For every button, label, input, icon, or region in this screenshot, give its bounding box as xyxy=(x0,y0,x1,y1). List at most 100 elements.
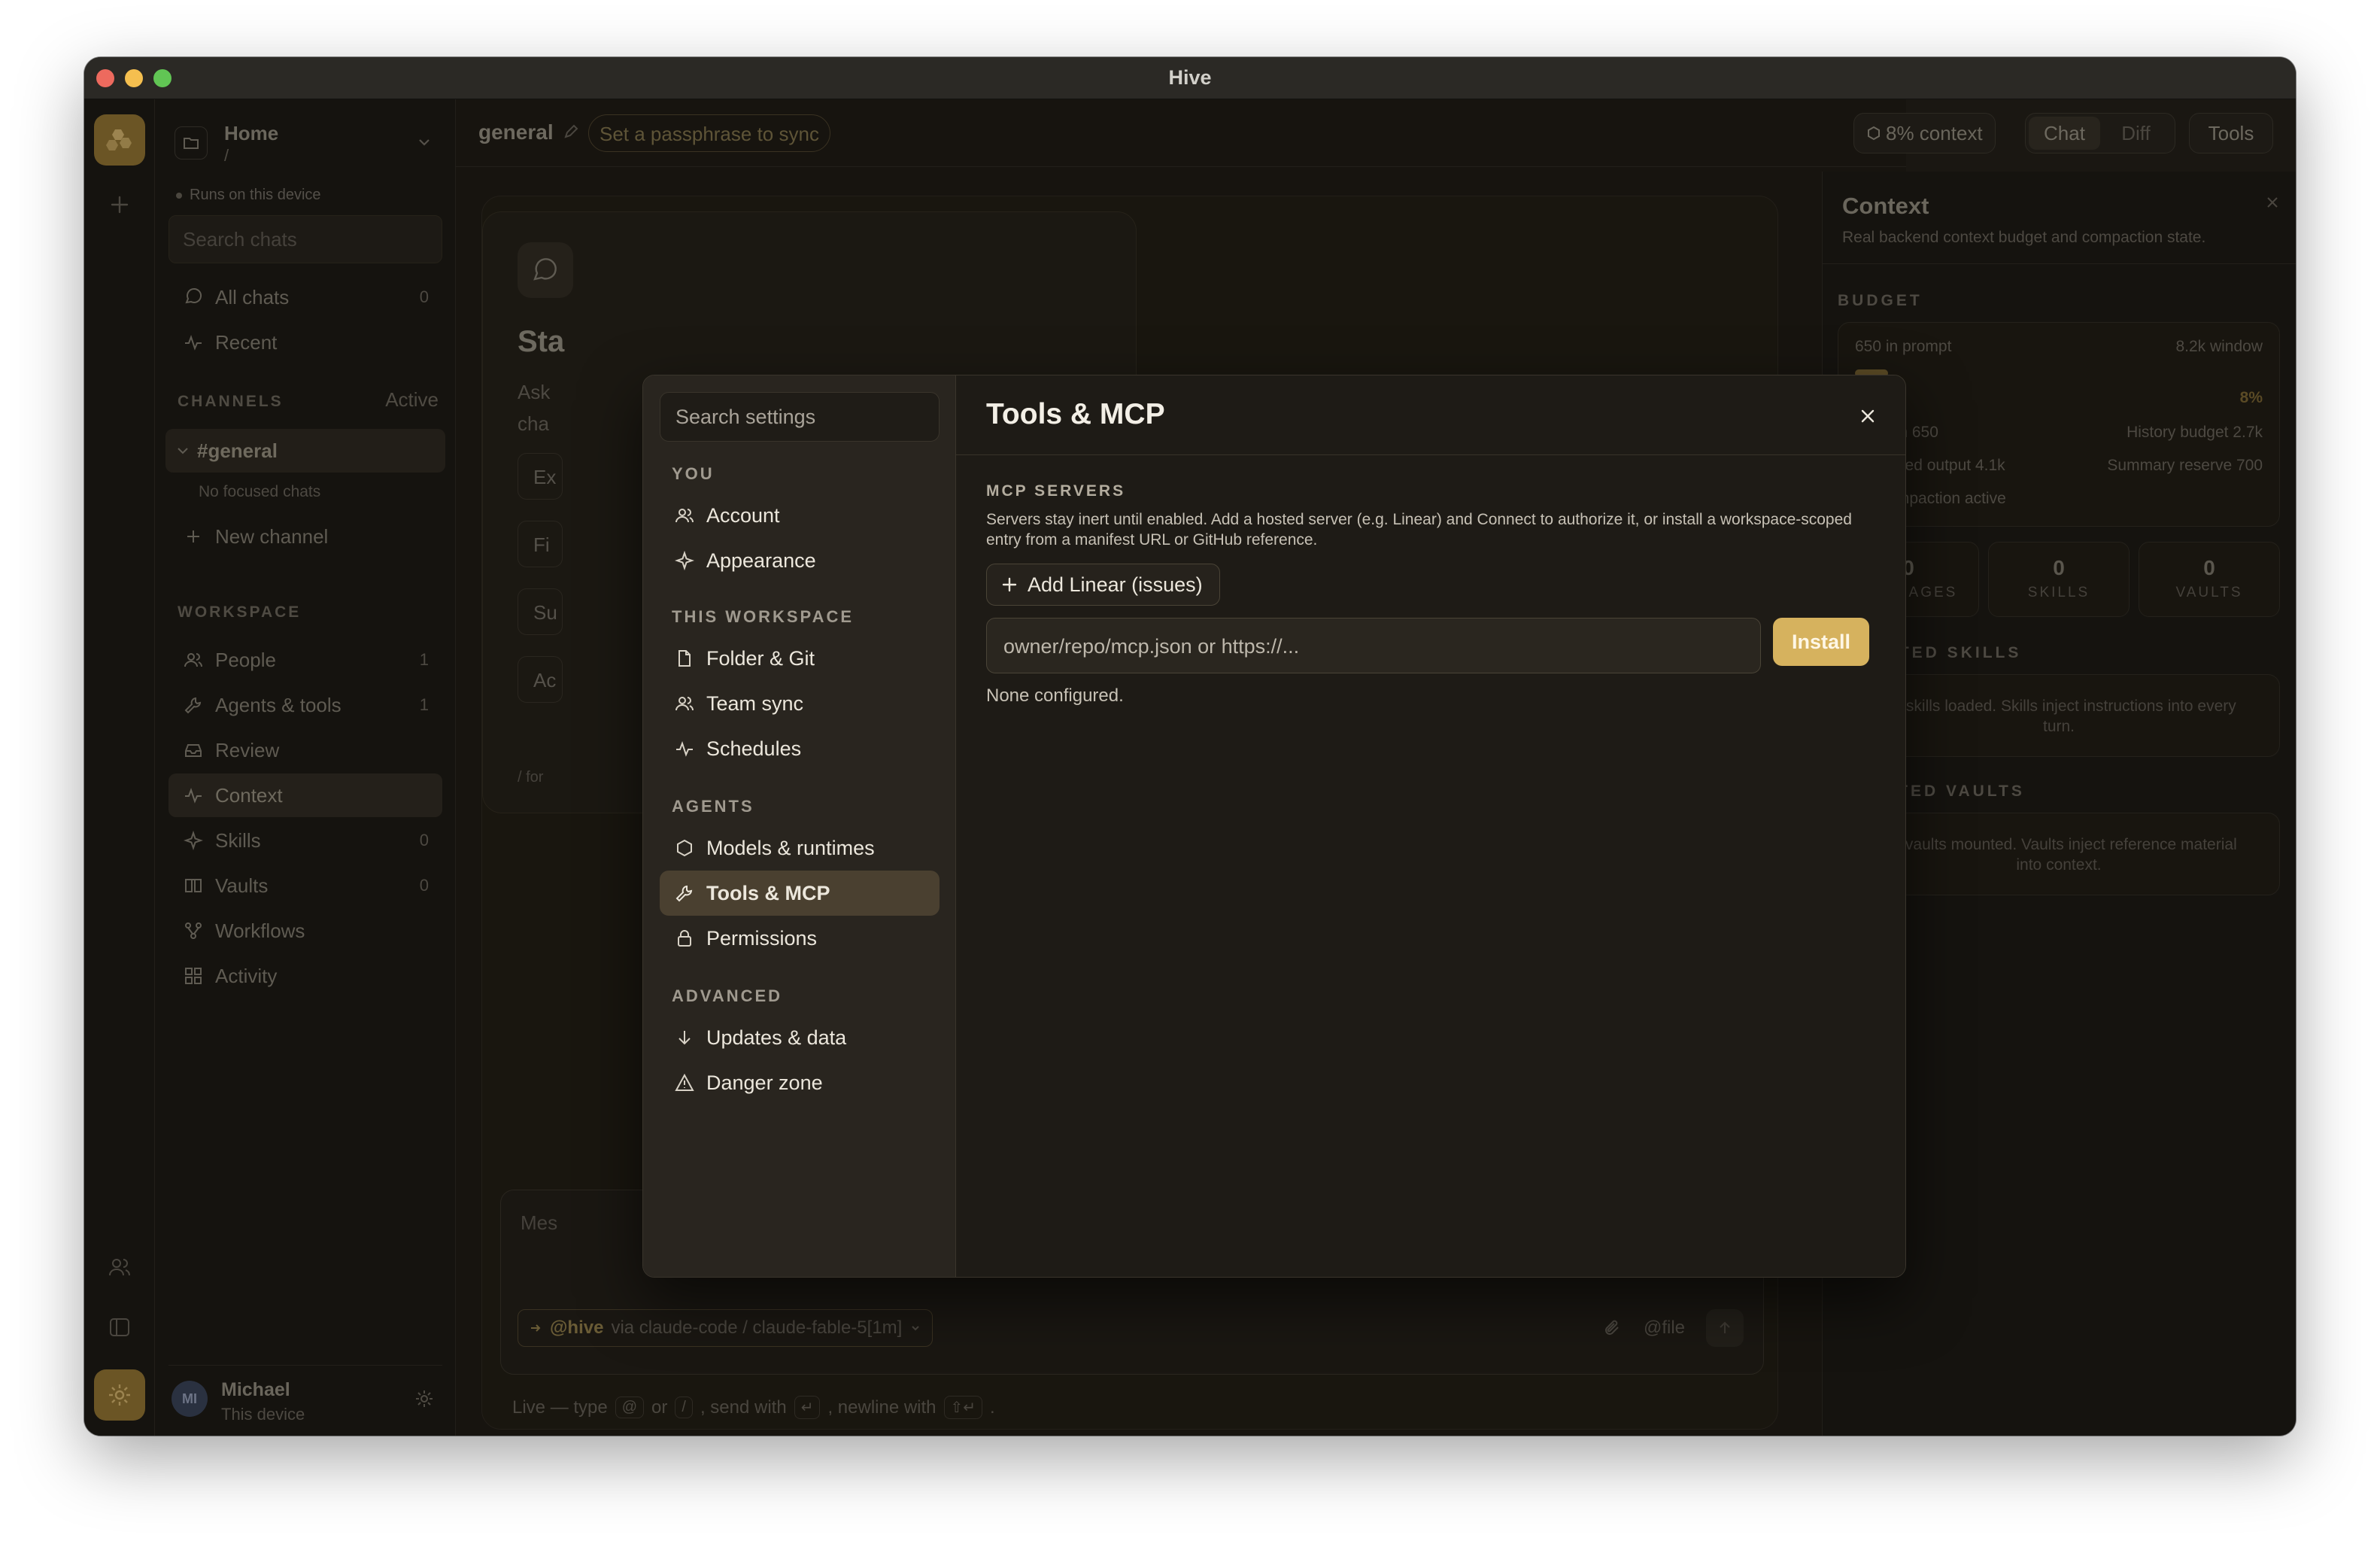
sidebar-item-all-chats[interactable]: All chats 0 xyxy=(168,275,442,319)
sidebar-item-label: Activity xyxy=(215,964,278,987)
sidebar-item-label: Context xyxy=(215,783,283,807)
search-chats-input[interactable]: Search chats xyxy=(168,215,442,263)
settings-item-models[interactable]: Models & runtimes xyxy=(660,825,940,871)
settings-item-appearance[interactable]: Appearance xyxy=(660,538,940,583)
sidebar-item-label: Vaults xyxy=(215,874,269,897)
plus-icon xyxy=(1002,577,1017,592)
tab-chat[interactable]: Chat xyxy=(2029,117,2100,150)
budget-percent: 8% xyxy=(2239,389,2263,406)
channel-empty-note: No focused chats xyxy=(199,483,321,500)
suggestion-chip[interactable]: Ex xyxy=(518,453,563,500)
channel-item-general[interactable]: #general xyxy=(165,429,445,473)
budget-row: Reserved output 4.1k Summary reserve 700 xyxy=(1855,457,2263,475)
suggestion-chip[interactable]: Fi xyxy=(518,521,563,567)
workspace-switcher[interactable]: Home / xyxy=(175,120,440,166)
sidebar-item-vaults[interactable]: Vaults 0 xyxy=(168,864,442,907)
suggestion-chip[interactable]: Su xyxy=(518,588,563,635)
sidebar-item-agents-tools[interactable]: Agents & tools 1 xyxy=(168,683,442,727)
lock-icon xyxy=(673,927,696,950)
settings-item-schedules[interactable]: Schedules xyxy=(660,726,940,771)
stat-number: 0 xyxy=(2053,556,2065,579)
install-button[interactable]: Install xyxy=(1773,618,1869,666)
close-icon[interactable] xyxy=(1853,401,1883,431)
settings-section-you: YOU xyxy=(672,464,715,483)
message-input[interactable]: Mes xyxy=(521,1211,557,1235)
agent-handle: @hive xyxy=(550,1318,604,1338)
add-linear-button[interactable]: Add Linear (issues) xyxy=(986,564,1220,606)
close-icon[interactable] xyxy=(2264,194,2281,211)
sidebar-item-review[interactable]: Review xyxy=(168,728,442,772)
settings-item-label: Danger zone xyxy=(706,1071,823,1094)
settings-item-danger-zone[interactable]: Danger zone xyxy=(660,1060,940,1105)
settings-item-folder-git[interactable]: Folder & Git xyxy=(660,636,940,681)
hint-text: or xyxy=(651,1397,668,1418)
workspace-heading: WORKSPACE xyxy=(178,603,302,621)
context-panel-title: Context xyxy=(1842,193,1929,219)
chat-bubble-icon xyxy=(182,286,205,308)
settings-item-label: Tools & MCP xyxy=(706,881,830,904)
summary-reserve-value: Summary reserve 700 xyxy=(2107,457,2263,474)
mcp-description: Servers stay inert until enabled. Add a … xyxy=(986,511,1852,549)
hint-text: . xyxy=(990,1397,995,1418)
sidebar-item-activity[interactable]: Activity xyxy=(168,954,442,998)
activity-icon xyxy=(673,737,696,760)
user-profile[interactable]: MI Michael This device xyxy=(168,1365,442,1425)
settings-rail-button[interactable] xyxy=(94,1369,145,1421)
manifest-source-input[interactable]: owner/repo/mcp.json or https://... xyxy=(986,618,1761,673)
suggestion-chip[interactable]: Ac xyxy=(518,656,563,703)
welcome-hint: / for xyxy=(518,769,544,786)
wrench-icon xyxy=(673,882,696,904)
stat-label: VAULTS xyxy=(2175,585,2243,600)
budget-row: 650 in prompt 8.2k window xyxy=(1855,338,2263,356)
sidebar-item-people[interactable]: People 1 xyxy=(168,638,442,682)
book-icon xyxy=(182,874,205,897)
new-channel-button[interactable]: New channel xyxy=(168,515,442,558)
workspace-name: Home xyxy=(224,122,279,144)
passphrase-pill[interactable]: Set a passphrase to sync xyxy=(588,114,830,152)
settings-item-updates[interactable]: Updates & data xyxy=(660,1015,940,1060)
agent-selector[interactable]: @hive via claude-code / claude-fable-5[1… xyxy=(518,1309,933,1347)
sidebar-toggle-icon[interactable] xyxy=(105,1312,135,1342)
hive-logo[interactable] xyxy=(94,114,145,166)
settings-item-tools-mcp[interactable]: Tools & MCP xyxy=(660,871,940,916)
divider xyxy=(1823,263,2296,264)
chevron-down-icon xyxy=(912,1326,920,1331)
settings-item-account[interactable]: Account xyxy=(660,493,940,538)
inbox-icon xyxy=(182,739,205,761)
avatar: MI xyxy=(172,1381,208,1417)
sidebar-item-count: 1 xyxy=(419,650,429,669)
context-pill[interactable]: 8% context xyxy=(1853,113,1996,153)
add-workspace-icon[interactable] xyxy=(105,190,135,220)
people-icon[interactable] xyxy=(105,1252,135,1282)
settings-title: Tools & MCP xyxy=(986,398,1165,430)
paperclip-icon[interactable] xyxy=(1603,1318,1623,1338)
grid-icon xyxy=(182,965,205,987)
search-settings-input[interactable]: Search settings xyxy=(660,392,940,442)
chevron-down-icon xyxy=(178,448,188,454)
sidebar-item-skills[interactable]: Skills 0 xyxy=(168,819,442,862)
sidebar-item-recent[interactable]: Recent xyxy=(168,321,442,364)
sidebar-item-label: Agents & tools xyxy=(215,693,342,716)
app-window: Hive Home / Runs on this device Search c… xyxy=(84,57,2296,1436)
sidebar-item-count: 0 xyxy=(419,831,429,849)
send-button[interactable] xyxy=(1706,1309,1744,1347)
sidebar-item-context[interactable]: Context xyxy=(168,773,442,817)
in-prompt-value: 650 in prompt xyxy=(1855,338,1952,355)
sidebar-item-count: 0 xyxy=(419,876,429,895)
settings-item-label: Updates & data xyxy=(706,1026,847,1049)
settings-item-permissions[interactable]: Permissions xyxy=(660,916,940,961)
sidebar-item-label: Recent xyxy=(215,330,278,354)
settings-item-team-sync[interactable]: Team sync xyxy=(660,681,940,726)
workflow-icon xyxy=(182,919,205,942)
settings-item-label: Folder & Git xyxy=(706,646,815,670)
sidebar-item-workflows[interactable]: Workflows xyxy=(168,909,442,953)
hint-text: , send with xyxy=(700,1397,787,1418)
pencil-icon[interactable] xyxy=(563,123,579,140)
device-note: Runs on this device xyxy=(176,187,321,204)
tools-button[interactable]: Tools xyxy=(2189,113,2273,153)
file-mention-button[interactable]: @file xyxy=(1644,1318,1685,1339)
sidebar-item-label: People xyxy=(215,648,276,671)
tab-diff[interactable]: Diff xyxy=(2100,117,2172,150)
gear-icon[interactable] xyxy=(414,1388,435,1409)
workspace-path: / xyxy=(224,146,229,165)
